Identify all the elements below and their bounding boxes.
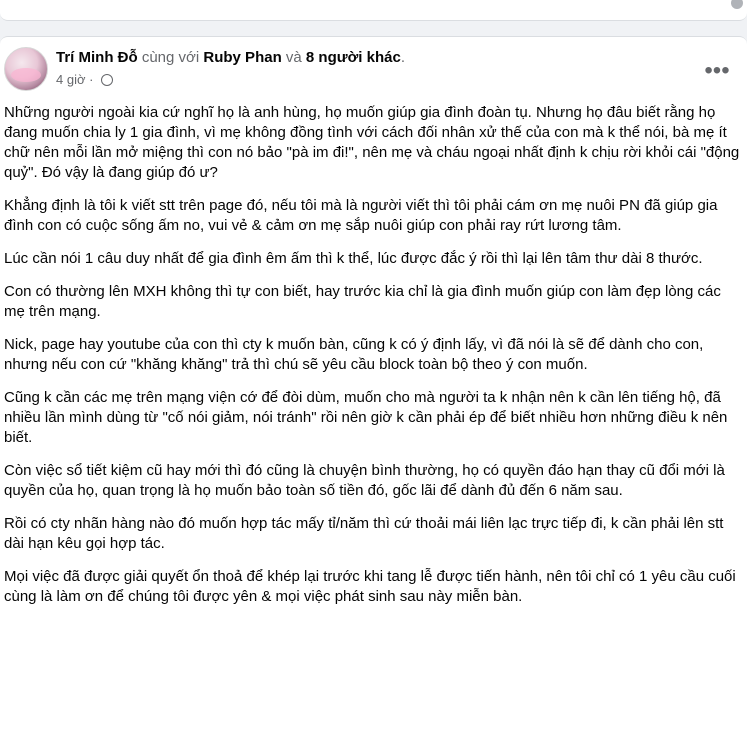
more-options-button[interactable]: ••• <box>699 53 735 89</box>
post-header: Trí Minh Đỗ cùng với Ruby Phan và 8 ngườ… <box>0 37 747 107</box>
tagged-person[interactable]: Ruby Phan <box>203 49 281 66</box>
author-name[interactable]: Trí Minh Đỗ <box>56 49 138 66</box>
globe-icon <box>101 74 114 86</box>
post-paragraph-8: Rồi có cty nhãn hàng nào đó muốn hợp tác… <box>4 515 724 552</box>
post-paragraph-9: Mọi việc đã được giải quyết ổn thoả để k… <box>4 568 736 605</box>
post-paragraph-5: Nick, page hay youtube của con thì cty k… <box>4 336 704 373</box>
tagged-others[interactable]: 8 người khác <box>306 49 401 66</box>
post-body: Những người ngoài kia cứ nghĩ họ là anh … <box>4 103 742 620</box>
post-timestamp[interactable]: 4 giờ <box>56 72 86 87</box>
post-paragraph-3: Lúc cần nói 1 câu duy nhất để gia đình ê… <box>4 250 703 267</box>
post-paragraph-7: Còn việc sổ tiết kiệm cũ hay mới thì đó … <box>4 462 725 499</box>
post-card: Trí Minh Đỗ cùng với Ruby Phan và 8 ngườ… <box>0 36 747 737</box>
post-paragraph-4: Con có thường lên MXH không thì tự con b… <box>4 283 721 320</box>
post-time-row: 4 giờ · <box>56 72 114 87</box>
avatar-image-shape <box>11 68 41 82</box>
post-paragraph-1: Những người ngoài kia cứ nghĩ họ là anh … <box>4 104 740 181</box>
top-surface <box>0 0 747 21</box>
timestamp-separator: · <box>89 72 94 87</box>
author-line-period: . <box>400 49 405 66</box>
with-prefix: cùng với <box>141 49 200 66</box>
author-line: Trí Minh Đỗ cùng với Ruby Phan và 8 ngườ… <box>56 49 687 66</box>
author-avatar[interactable] <box>4 47 48 91</box>
and-connector: và <box>285 49 302 66</box>
top-background <box>0 0 747 36</box>
post-paragraph-2: Khẳng định là tôi k viết stt trên page đ… <box>4 197 718 234</box>
more-icon: ••• <box>704 57 730 84</box>
post-paragraph-6: Cũng k cần các mẹ trên mạng viện cớ để đ… <box>4 389 728 446</box>
